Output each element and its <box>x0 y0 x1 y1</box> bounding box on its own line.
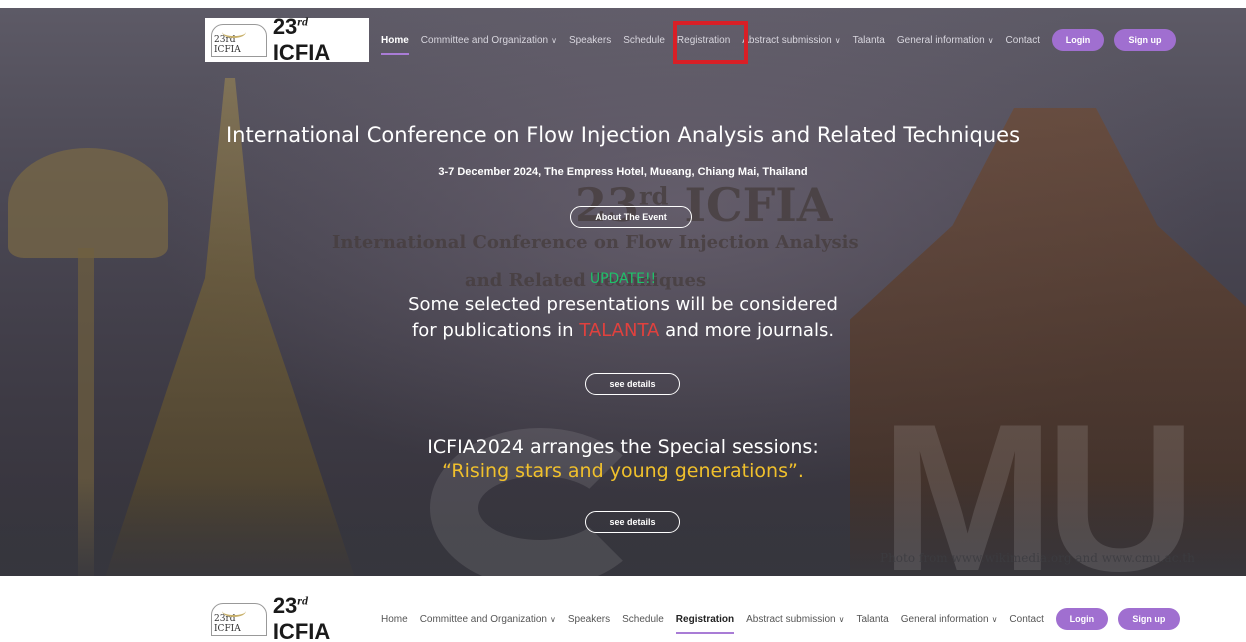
about-event-button[interactable]: About The Event <box>570 206 692 228</box>
signup-button[interactable]: Sign up <box>1114 29 1177 51</box>
nav-talanta[interactable]: Talanta <box>856 614 888 625</box>
logo-text: 23rd ICFIA <box>272 14 331 65</box>
nav-speakers[interactable]: Speakers <box>568 614 610 625</box>
special-sessions-line-2: “Rising stars and young generations”. <box>442 460 804 482</box>
nav-contact[interactable]: Contact <box>1006 35 1040 46</box>
nav-committee[interactable]: Committee and Organization ∨ <box>421 35 557 46</box>
hero-subtitle: 3-7 December 2024, The Empress Hotel, Mu… <box>438 166 808 178</box>
announcement-line-2: for publications in TALANTA and more jou… <box>0 320 1246 341</box>
announcement-suffix: and more journals. <box>659 320 835 341</box>
special-sessions-line-1: ICFIA2024 arranges the Special sessions: <box>427 436 819 458</box>
nav-home[interactable]: Home <box>381 35 409 55</box>
chevron-down-icon: ∨ <box>551 35 557 45</box>
login-button[interactable]: Login <box>1052 29 1105 51</box>
watermark-conference-line1: International Conference on Flow Injecti… <box>332 232 859 253</box>
hero-section: MU 23rd ICFIA International Conference o… <box>0 8 1246 576</box>
photo-credit: Photo from www.wikimedia.org and www.cmu… <box>880 551 1195 565</box>
chevron-down-icon: ∨ <box>838 614 845 624</box>
nav-committee[interactable]: Committee and Organization ∨ <box>420 614 556 625</box>
nav-home[interactable]: Home <box>381 614 408 625</box>
logo-text: 23rd ICFIA <box>272 593 331 642</box>
signup-button[interactable]: Sign up <box>1117 608 1180 630</box>
talanta-highlight: TALANTA <box>579 320 660 341</box>
nav-general-information[interactable]: General information ∨ <box>901 614 998 625</box>
bottom-navbar: 23rd ICFIA 23rd ICFIA Home Committee and… <box>205 593 1215 642</box>
nav-contact[interactable]: Contact <box>1009 614 1043 625</box>
logo-emblem: 23rd ICFIA <box>211 23 267 57</box>
chevron-down-icon: ∨ <box>991 614 998 624</box>
update-label: UPDATE!! <box>589 271 657 287</box>
chevron-down-icon: ∨ <box>549 614 556 624</box>
announcement-line-1: Some selected presentations will be cons… <box>408 294 838 315</box>
nav-talanta[interactable]: Talanta <box>853 35 885 46</box>
nav-links-bottom: Home Committee and Organization ∨ Speaker… <box>381 597 1190 641</box>
registration-highlight-box <box>673 21 748 64</box>
chevron-down-icon: ∨ <box>834 35 841 45</box>
chevron-down-icon: ∨ <box>987 35 994 45</box>
nav-registration[interactable]: Registration <box>675 614 735 634</box>
see-details-button-publications[interactable]: see details <box>585 373 680 395</box>
nav-schedule[interactable]: Schedule <box>623 35 665 46</box>
logo-emblem: 23rd ICFIA <box>211 602 267 636</box>
hero-title: International Conference on Flow Injecti… <box>225 123 1021 147</box>
announcement-prefix: for publications in <box>411 320 580 341</box>
umbrella-shape <box>8 148 168 258</box>
nav-abstract-submission[interactable]: Abstract submission ∨ <box>746 614 844 625</box>
nav-links: Home Committee and Organization ∨ Speaker… <box>381 18 1186 62</box>
nav-speakers[interactable]: Speakers <box>569 35 611 46</box>
see-details-button-special-sessions[interactable]: see details <box>585 511 680 533</box>
nav-schedule[interactable]: Schedule <box>622 614 664 625</box>
site-logo[interactable]: 23rd ICFIA 23rd ICFIA <box>205 14 369 65</box>
site-logo-bottom[interactable]: 23rd ICFIA 23rd ICFIA <box>205 593 369 642</box>
nav-general-information[interactable]: General information ∨ <box>897 35 994 46</box>
nav-abstract-submission[interactable]: Abstract submission ∨ <box>742 35 840 46</box>
login-button[interactable]: Login <box>1055 608 1108 630</box>
